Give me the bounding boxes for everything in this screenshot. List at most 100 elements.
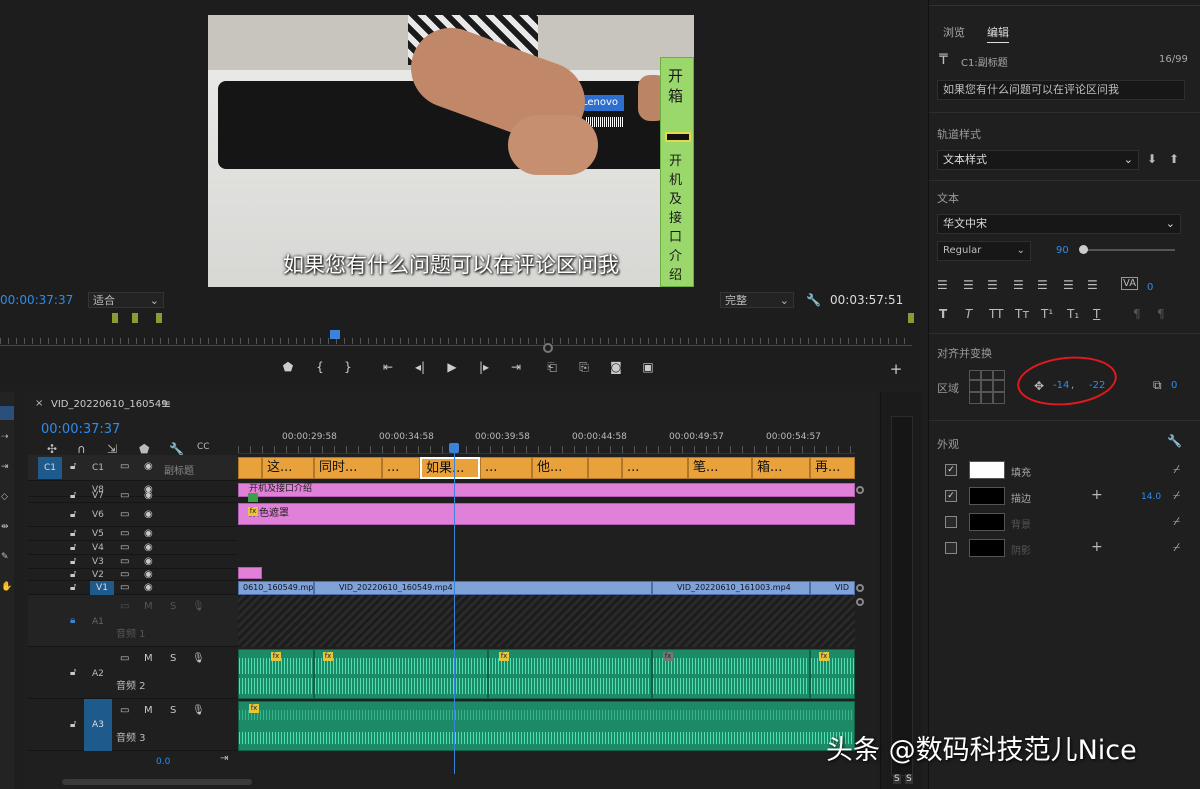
track-header-a1[interactable]: 🔒︎ A1 ▭ M S 🎙︎ 音频 1 [28,595,238,647]
lock-icon[interactable]: 🔓︎ [70,556,76,567]
v1-target[interactable]: V1 [90,581,114,595]
audio-clip[interactable]: fx [652,649,810,699]
justify-all-icon[interactable]: ☰ [1037,278,1048,292]
marker[interactable] [908,313,914,323]
fill-color-swatch[interactable] [969,461,1005,479]
solo-right-button[interactable]: S [905,774,913,784]
music-clip[interactable]: fx [238,701,855,751]
lift-icon[interactable]: ⎗ [542,360,562,375]
caption-clip[interactable] [238,457,262,479]
video-clip[interactable]: 0610_160549.mp4 [238,581,314,595]
background-color-swatch[interactable] [969,513,1005,531]
track-header-v6[interactable]: 🔓︎ V6 ▭ ◉ [28,503,238,527]
linked-selection-icon[interactable]: ⇲ [107,442,117,456]
track-zoom-handle[interactable] [856,598,864,606]
caption-clip[interactable] [588,457,622,479]
track-header-a3[interactable]: 🔓︎ A3 ▭ M S 🎙︎ 音频 3 [28,699,238,751]
extract-icon[interactable]: ⎘ [574,360,594,375]
align-right-icon[interactable]: ☰ [987,278,998,292]
track-header-v1[interactable]: 🔓︎ V1 ▭ ◉ [28,581,238,595]
sync-lock-icon[interactable]: ▭ [120,542,129,553]
eye-icon[interactable]: ◉ [144,556,153,567]
solo-button[interactable]: S [170,653,176,664]
audio-clip[interactable]: fx [488,649,652,699]
text-input[interactable]: 如果您有什么问题可以在评论区问我 [937,80,1185,100]
sync-lock-icon[interactable]: ▭ [120,461,129,472]
solo-button[interactable]: S [170,705,176,716]
eyedropper-icon[interactable]: ⌿ [1173,488,1180,503]
tab-browse[interactable]: 浏览 [943,24,965,40]
font-size-value[interactable]: 90 [1056,245,1069,256]
font-family-dropdown[interactable]: 华文中宋 ⌄ [937,214,1181,234]
eye-icon[interactable]: ◉ [144,528,153,539]
eyedropper-icon[interactable]: ⌿ [1173,462,1180,477]
tracking-value[interactable]: 0 [1147,282,1153,293]
font-style-dropdown[interactable]: Regular ⌄ [937,241,1031,261]
rtl-icon[interactable]: ¶ [1133,307,1141,321]
nest-icon[interactable]: ✣ [47,442,57,456]
quality-dropdown[interactable]: 完整 ⌄ [720,292,794,308]
lock-icon[interactable]: 🔒︎ [70,615,75,626]
track-header-v4[interactable]: 🔓︎ V4 ▭ ◉ [28,541,238,555]
caption-clip[interactable]: ... [382,457,420,479]
all-caps-icon[interactable]: TT [989,307,1003,321]
color-matte-clip[interactable]: 颜色遮罩 [238,503,855,525]
mark-out-icon[interactable]: } [338,360,358,374]
add-marker-icon[interactable]: ⬟ [139,442,149,456]
end-icon[interactable]: ⇥ [220,753,228,764]
align-center-icon[interactable]: ☰ [963,278,974,292]
track-style-dropdown[interactable]: 文本样式 ⌄ [937,150,1139,170]
sync-lock-icon[interactable]: ▭ [120,582,129,593]
font-size-slider[interactable] [1081,249,1175,251]
caption-clip[interactable]: 箱... [752,457,810,479]
sync-lock-icon[interactable]: ▭ [120,490,129,501]
playhead-handle[interactable] [449,443,459,453]
marker[interactable] [132,313,138,323]
ripple-edit-icon[interactable]: ⇥ [1,462,9,472]
anchor-icon[interactable]: ⧉ [1153,378,1162,393]
stroke-checkbox[interactable]: ✓ [945,490,957,502]
pen-tool-icon[interactable]: ✎ [1,552,9,562]
caption-target[interactable]: C1 [38,457,62,479]
track-header-c1[interactable]: C1 🔓︎ C1 ▭ ◉ 副标题 [28,455,238,481]
video-clip[interactable]: VID_20220610_161003.mp4 [652,581,810,595]
captions-icon[interactable]: CC [197,442,210,452]
solo-left-button[interactable]: S [893,774,901,784]
eye-icon[interactable]: ◉ [144,509,153,520]
camera-icon[interactable]: ◙ [606,360,626,374]
font-size-slider-handle[interactable] [1079,245,1088,254]
tab-edit[interactable]: 编辑 [987,24,1009,43]
faux-bold-icon[interactable]: T [939,307,947,321]
lock-icon[interactable]: 🔓︎ [70,461,76,472]
audio-clip[interactable]: fx [238,649,314,699]
marker[interactable] [156,313,162,323]
caption-clip[interactable]: 他... [532,457,588,479]
hand-tool-icon[interactable]: ✋ [1,582,12,592]
sync-lock-icon[interactable]: ▭ [120,509,129,520]
audio-clip[interactable]: fx [314,649,488,699]
compare-icon[interactable]: ▣ [638,360,658,374]
fill-checkbox[interactable]: ✓ [945,464,957,476]
eye-icon[interactable]: ◉ [144,490,153,501]
sync-lock-icon[interactable]: ▭ [120,528,129,539]
background-checkbox[interactable] [945,516,957,528]
wrench-icon[interactable]: 🔧 [806,292,821,308]
eye-icon[interactable]: ◉ [144,542,153,553]
add-button-icon[interactable]: + [886,360,906,378]
timeline-scrollbar[interactable] [62,779,252,785]
menu-icon[interactable]: ≡ [161,397,171,411]
lock-icon[interactable]: 🔓︎ [70,719,76,730]
track-header-v2[interactable]: 🔓︎ V2 ▭ ◉ [28,569,238,581]
align-middle-icon[interactable]: ☰ [1087,278,1098,292]
caption-clip[interactable]: 这... [262,457,314,479]
go-to-in-icon[interactable]: ⇤ [378,360,398,374]
timeline-timecode[interactable]: 00:00:37:37 [41,422,120,437]
add-stroke-icon[interactable]: + [1091,487,1103,503]
wrench-icon[interactable]: 🔧 [169,442,184,456]
underline-icon[interactable]: T [1093,307,1100,321]
eyedropper-icon[interactable]: ⌿ [1173,540,1180,555]
a3-target[interactable]: A3 [84,699,112,751]
push-up-icon[interactable]: ⬆ [1169,152,1179,166]
subscript-icon[interactable]: T₁ [1067,307,1079,321]
lock-icon[interactable]: 🔓︎ [70,490,76,501]
